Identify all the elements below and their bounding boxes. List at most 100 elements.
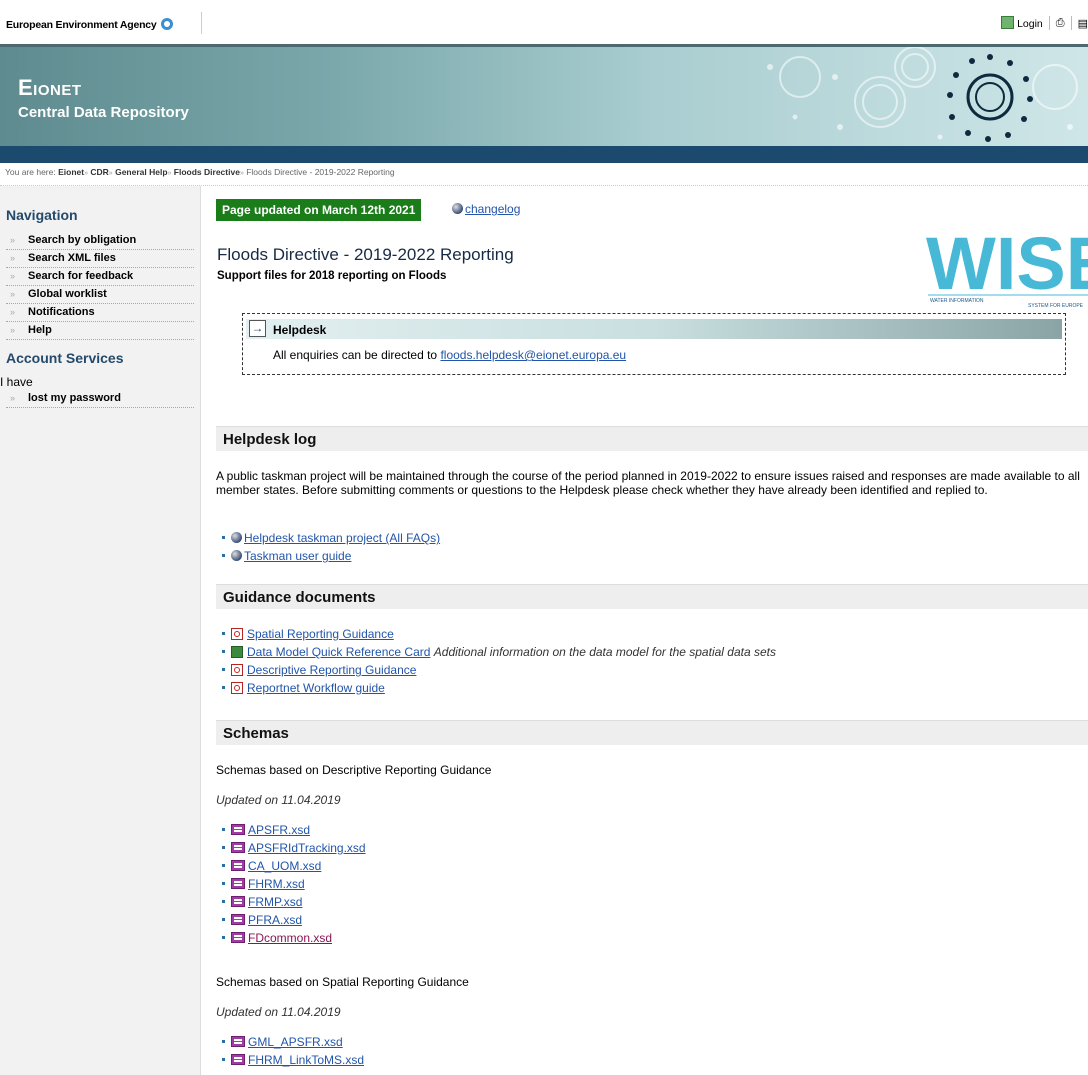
top-bar: European Environment Agency Login ⎙ ▤ [0, 0, 1088, 44]
tools-separator [1070, 16, 1072, 30]
xsd-file-icon [231, 914, 245, 925]
helpdesk-log-text: A public taskman project will be maintai… [216, 469, 1080, 497]
list-item: PFRA.xsd [222, 911, 366, 929]
nav-item-label: Global worklist [28, 288, 107, 300]
schema-file-link[interactable]: PFRA.xsd [248, 913, 302, 927]
xsd-file-icon [231, 932, 245, 943]
navigation-heading: Navigation [6, 207, 78, 223]
site-title[interactable]: Eionet [18, 75, 82, 101]
breadcrumb-item[interactable]: Floods Directive [174, 167, 240, 177]
fullscreen-icon[interactable]: ▤ [1078, 17, 1088, 30]
pdf-icon [231, 664, 243, 676]
page-title: Floods Directive - 2019-2022 Reporting [217, 245, 514, 264]
globe-icon [231, 532, 242, 543]
nav-item-label: Help [28, 324, 52, 336]
spatial-schemas-updated: Updated on 11.04.2019 [216, 1005, 341, 1019]
navigation-menu: » Search by obligation » Search XML files … [6, 232, 194, 340]
agency-link[interactable]: European Environment Agency [6, 18, 173, 31]
xsd-file-icon [231, 1054, 245, 1065]
schema-file-link[interactable]: FDcommon.xsd [248, 931, 332, 945]
pdf-icon [231, 682, 243, 694]
nav-item-label: Notifications [28, 306, 95, 318]
breadcrumb-current: Floods Directive - 2019-2022 Reporting [246, 167, 395, 177]
nav-item-notifications[interactable]: » Notifications [6, 304, 194, 322]
xsd-file-icon [231, 1036, 245, 1047]
schema-file-link[interactable]: FRMP.xsd [248, 895, 302, 909]
breadcrumb-prefix: You are here: [5, 167, 56, 177]
xsd-file-icon [231, 878, 245, 889]
schema-file-link[interactable]: GML_APSFR.xsd [248, 1035, 343, 1049]
wise-logo-text: WISE [926, 225, 1088, 305]
xsd-file-icon [231, 860, 245, 871]
toolbar-divider [201, 12, 202, 34]
login-label: Login [1017, 18, 1043, 30]
nav-item-search-for-feedback[interactable]: » Search for feedback [6, 268, 194, 286]
helpdesk-line: All enquiries can be directed to floods.… [273, 348, 626, 362]
helpdesk-text: All enquiries can be directed to [273, 348, 438, 362]
guidance-links: Spatial Reporting Guidance Data Model Qu… [222, 625, 776, 697]
helpdesk-taskman-link[interactable]: Helpdesk taskman project (All FAQs) [244, 531, 440, 545]
xsd-file-icon [231, 896, 245, 907]
globe-icon [452, 203, 463, 214]
account-intro: I have [0, 375, 33, 389]
schema-file-link[interactable]: FHRM_LinkToMS.xsd [248, 1053, 364, 1067]
agency-name: European Environment Agency [6, 19, 157, 31]
nav-item-global-worklist[interactable]: » Global worklist [6, 286, 194, 304]
guidance-heading: Guidance documents [216, 584, 1088, 609]
descriptive-schemas-updated: Updated on 11.04.2019 [216, 793, 341, 807]
helpdesk-log-heading: Helpdesk log [216, 426, 1088, 451]
list-item: Spatial Reporting Guidance [222, 625, 776, 643]
excel-icon [231, 646, 243, 658]
nav-item-label: Search for feedback [28, 270, 134, 282]
schemas-heading: Schemas [216, 720, 1088, 745]
sidebar: Navigation » Search by obligation » Search… [0, 186, 201, 1075]
spatial-reporting-guidance-link[interactable]: Spatial Reporting Guidance [247, 627, 394, 641]
data-model-card-link[interactable]: Data Model Quick Reference Card [247, 645, 430, 659]
nav-item-help[interactable]: » Help [6, 322, 194, 340]
descriptive-schema-files: APSFR.xsd APSFRIdTracking.xsd CA_UOM.xsd… [222, 821, 366, 947]
nav-item-search-xml-files[interactable]: » Search XML files [6, 250, 194, 268]
reportnet-workflow-link[interactable]: Reportnet Workflow guide [247, 681, 385, 695]
taskman-user-guide-link[interactable]: Taskman user guide [244, 549, 351, 563]
wise-logo: WISE WATER INFORMATION SYSTEM FOR EUROPE [926, 225, 1088, 309]
tools-separator [1048, 16, 1050, 30]
list-item: APSFR.xsd [222, 821, 366, 839]
schema-file-link[interactable]: CA_UOM.xsd [248, 859, 321, 873]
print-icon[interactable]: ⎙ [1056, 17, 1065, 30]
wise-logo-sub1: WATER INFORMATION [930, 298, 984, 304]
list-item: Descriptive Reporting Guidance [222, 661, 776, 679]
main-content: Page updated on March 12th 2021 changelo… [208, 186, 1088, 1075]
spatial-schemas-intro: Schemas based on Spatial Reporting Guida… [216, 975, 469, 989]
xsd-file-icon [231, 824, 245, 835]
breadcrumb-item[interactable]: CDR [90, 167, 108, 177]
page-updated-badge: Page updated on March 12th 2021 [216, 199, 422, 221]
site-subtitle[interactable]: Central Data Repository [18, 104, 189, 121]
list-item: APSFRIdTracking.xsd [222, 839, 366, 857]
changelog-link[interactable]: changelog [465, 202, 520, 216]
account-item-lost-password[interactable]: » lost my password [6, 390, 194, 408]
page-subtitle: Support files for 2018 reporting on Floo… [217, 270, 447, 282]
list-item: FHRM.xsd [222, 875, 366, 893]
descriptive-reporting-guidance-link[interactable]: Descriptive Reporting Guidance [247, 663, 416, 677]
eea-logo-icon [160, 18, 173, 30]
schema-file-link[interactable]: APSFR.xsd [248, 823, 310, 837]
login-button[interactable]: Login [1001, 16, 1043, 30]
account-services-heading: Account Services [6, 350, 124, 366]
schema-file-link[interactable]: FHRM.xsd [248, 877, 305, 891]
data-model-note: Additional information on the data model… [433, 645, 776, 659]
list-item: CA_UOM.xsd [222, 857, 366, 875]
nav-item-label: Search by obligation [28, 234, 137, 246]
helpdesk-title: Helpdesk [273, 323, 327, 337]
breadcrumb: You are here: Eionet» CDR» General Help»… [5, 167, 395, 177]
list-item: Data Model Quick Reference Card Addition… [222, 643, 776, 661]
helpdesk-bar: → Helpdesk [246, 319, 1062, 339]
account-item-label: lost my password [28, 392, 121, 404]
pdf-icon [231, 628, 243, 640]
schema-file-link[interactable]: APSFRIdTracking.xsd [248, 841, 366, 855]
breadcrumb-item[interactable]: Eionet [58, 167, 84, 177]
helpdesk-email-link[interactable]: floods.helpdesk@eionet.europa.eu [440, 348, 626, 362]
nav-item-search-by-obligation[interactable]: » Search by obligation [6, 232, 194, 250]
helpdesk-box: → Helpdesk All enquiries can be directed… [242, 313, 1066, 375]
breadcrumb-item[interactable]: General Help [115, 167, 167, 177]
spatial-schema-files: GML_APSFR.xsd FHRM_LinkToMS.xsd [222, 1033, 364, 1069]
